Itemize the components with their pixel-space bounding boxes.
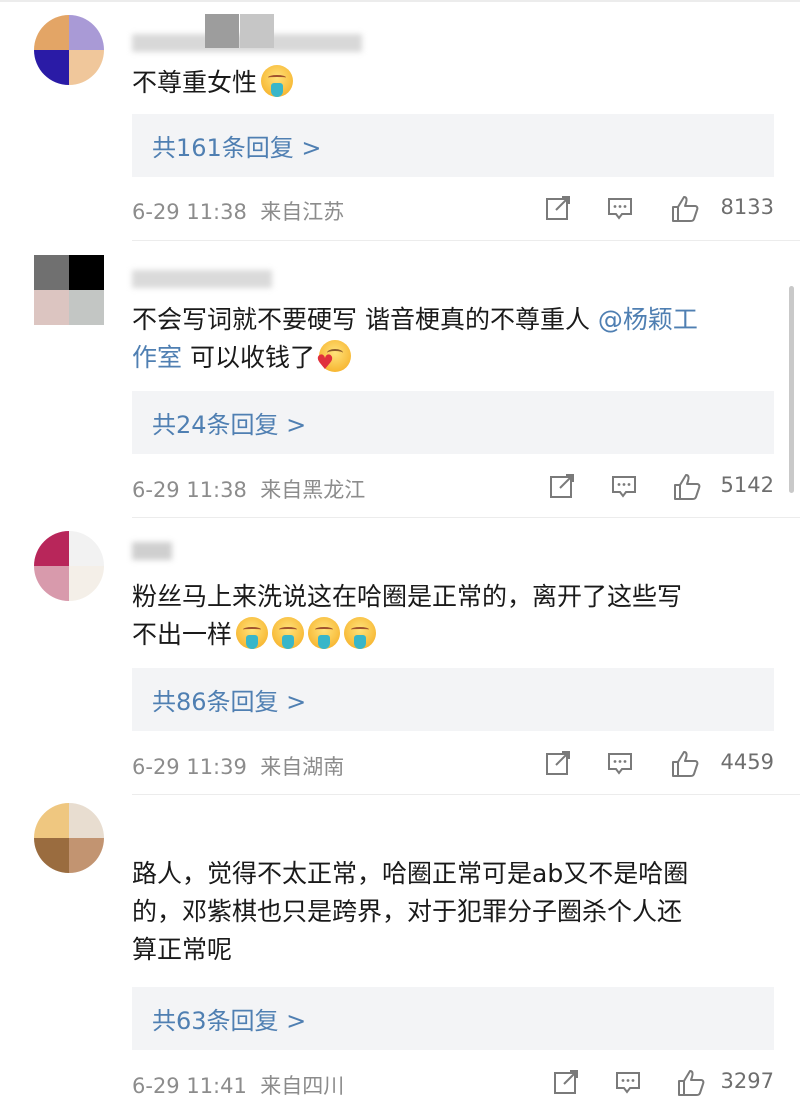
share-icon[interactable] [544, 749, 572, 777]
view-replies-link[interactable]: 共161条回复 > [152, 128, 322, 163]
redaction-block [205, 14, 239, 48]
view-replies-link[interactable]: 共86条回复 > [152, 682, 306, 717]
redaction-block [240, 14, 274, 48]
share-icon[interactable] [548, 472, 576, 500]
comment-time: 6-29 11:41 [132, 1074, 247, 1098]
reply-thread-box[interactable]: 共161条回复 > [132, 114, 774, 177]
vomit-emoji-icon [272, 617, 305, 649]
comment-divider [132, 517, 800, 518]
top-divider [0, 0, 800, 2]
comment-icon[interactable] [606, 749, 634, 777]
avatar[interactable] [34, 15, 104, 85]
comment-meta: 6-29 11:38 来自江苏 [132, 196, 344, 226]
view-replies-link[interactable]: 共24条回复 > [152, 405, 306, 440]
comment-text: 路人，觉得不太正常，哈圈正常可是ab又不是哈圈 的，邓紫棋也只是跨界，对于犯罪分… [132, 859, 689, 964]
reply-thread-box[interactable]: 共86条回复 > [132, 668, 774, 731]
comment-location: 来自黑龙江 [260, 478, 366, 502]
share-icon[interactable] [552, 1068, 580, 1096]
comment-icon[interactable] [606, 194, 634, 222]
scrollbar-thumb[interactable] [789, 286, 794, 493]
thumbs-up-icon[interactable] [670, 749, 700, 779]
comment-text: 不尊重女性 [132, 64, 772, 102]
comment-time: 6-29 11:38 [132, 200, 247, 224]
vomit-emoji-icon [308, 617, 341, 649]
comment-text: 粉丝马上来洗说这在哈圈是正常的，离开了这些写 不出一样 [132, 582, 683, 649]
thumbs-up-icon[interactable] [672, 472, 702, 502]
comment-divider [132, 794, 800, 795]
vomit-emoji-icon [261, 65, 294, 97]
vomit-emoji-icon [344, 617, 377, 649]
reply-thread-box[interactable]: 共24条回复 > [132, 391, 774, 454]
heart-emoji-icon [316, 340, 351, 372]
comment-text: 不会写词就不要硬写 谐音梗真的不尊重人 @杨颖工 作室 可以收钱了 [132, 301, 772, 377]
comment-location: 来自四川 [260, 1074, 345, 1098]
comment-location: 来自湖南 [260, 755, 345, 779]
like-count: 3297 [720, 1069, 774, 1093]
avatar[interactable] [34, 803, 104, 873]
avatar[interactable] [34, 255, 104, 325]
view-replies-link[interactable]: 共63条回复 > [152, 1001, 306, 1036]
comment-icon[interactable] [610, 472, 638, 500]
thumbs-up-icon[interactable] [676, 1068, 706, 1098]
comment-meta: 6-29 11:39 来自湖南 [132, 751, 344, 781]
comment-icon[interactable] [614, 1068, 642, 1096]
avatar[interactable] [34, 531, 104, 601]
comment-location: 来自江苏 [260, 200, 345, 224]
mention-link[interactable]: @杨颖工 [598, 305, 698, 334]
comment-divider [132, 240, 800, 241]
comment-actions: 4459 [544, 747, 774, 783]
like-count: 8133 [720, 195, 774, 219]
comment-time: 6-29 11:38 [132, 478, 247, 502]
reply-thread-box[interactable]: 共63条回复 > [132, 987, 774, 1050]
thumbs-up-icon[interactable] [670, 194, 700, 224]
like-count: 5142 [720, 473, 774, 497]
like-count: 4459 [720, 750, 774, 774]
comment-actions: 8133 [544, 192, 774, 228]
share-icon[interactable] [544, 194, 572, 222]
vomit-emoji-icon [236, 617, 269, 649]
comment-time: 6-29 11:39 [132, 755, 247, 779]
comment-meta: 6-29 11:38 来自黑龙江 [132, 474, 365, 504]
comment-actions: 5142 [548, 470, 774, 506]
comment-meta: 6-29 11:41 来自四川 [132, 1070, 344, 1100]
mention-link[interactable]: 作室 [132, 343, 182, 372]
comment-actions: 3297 [552, 1066, 774, 1102]
